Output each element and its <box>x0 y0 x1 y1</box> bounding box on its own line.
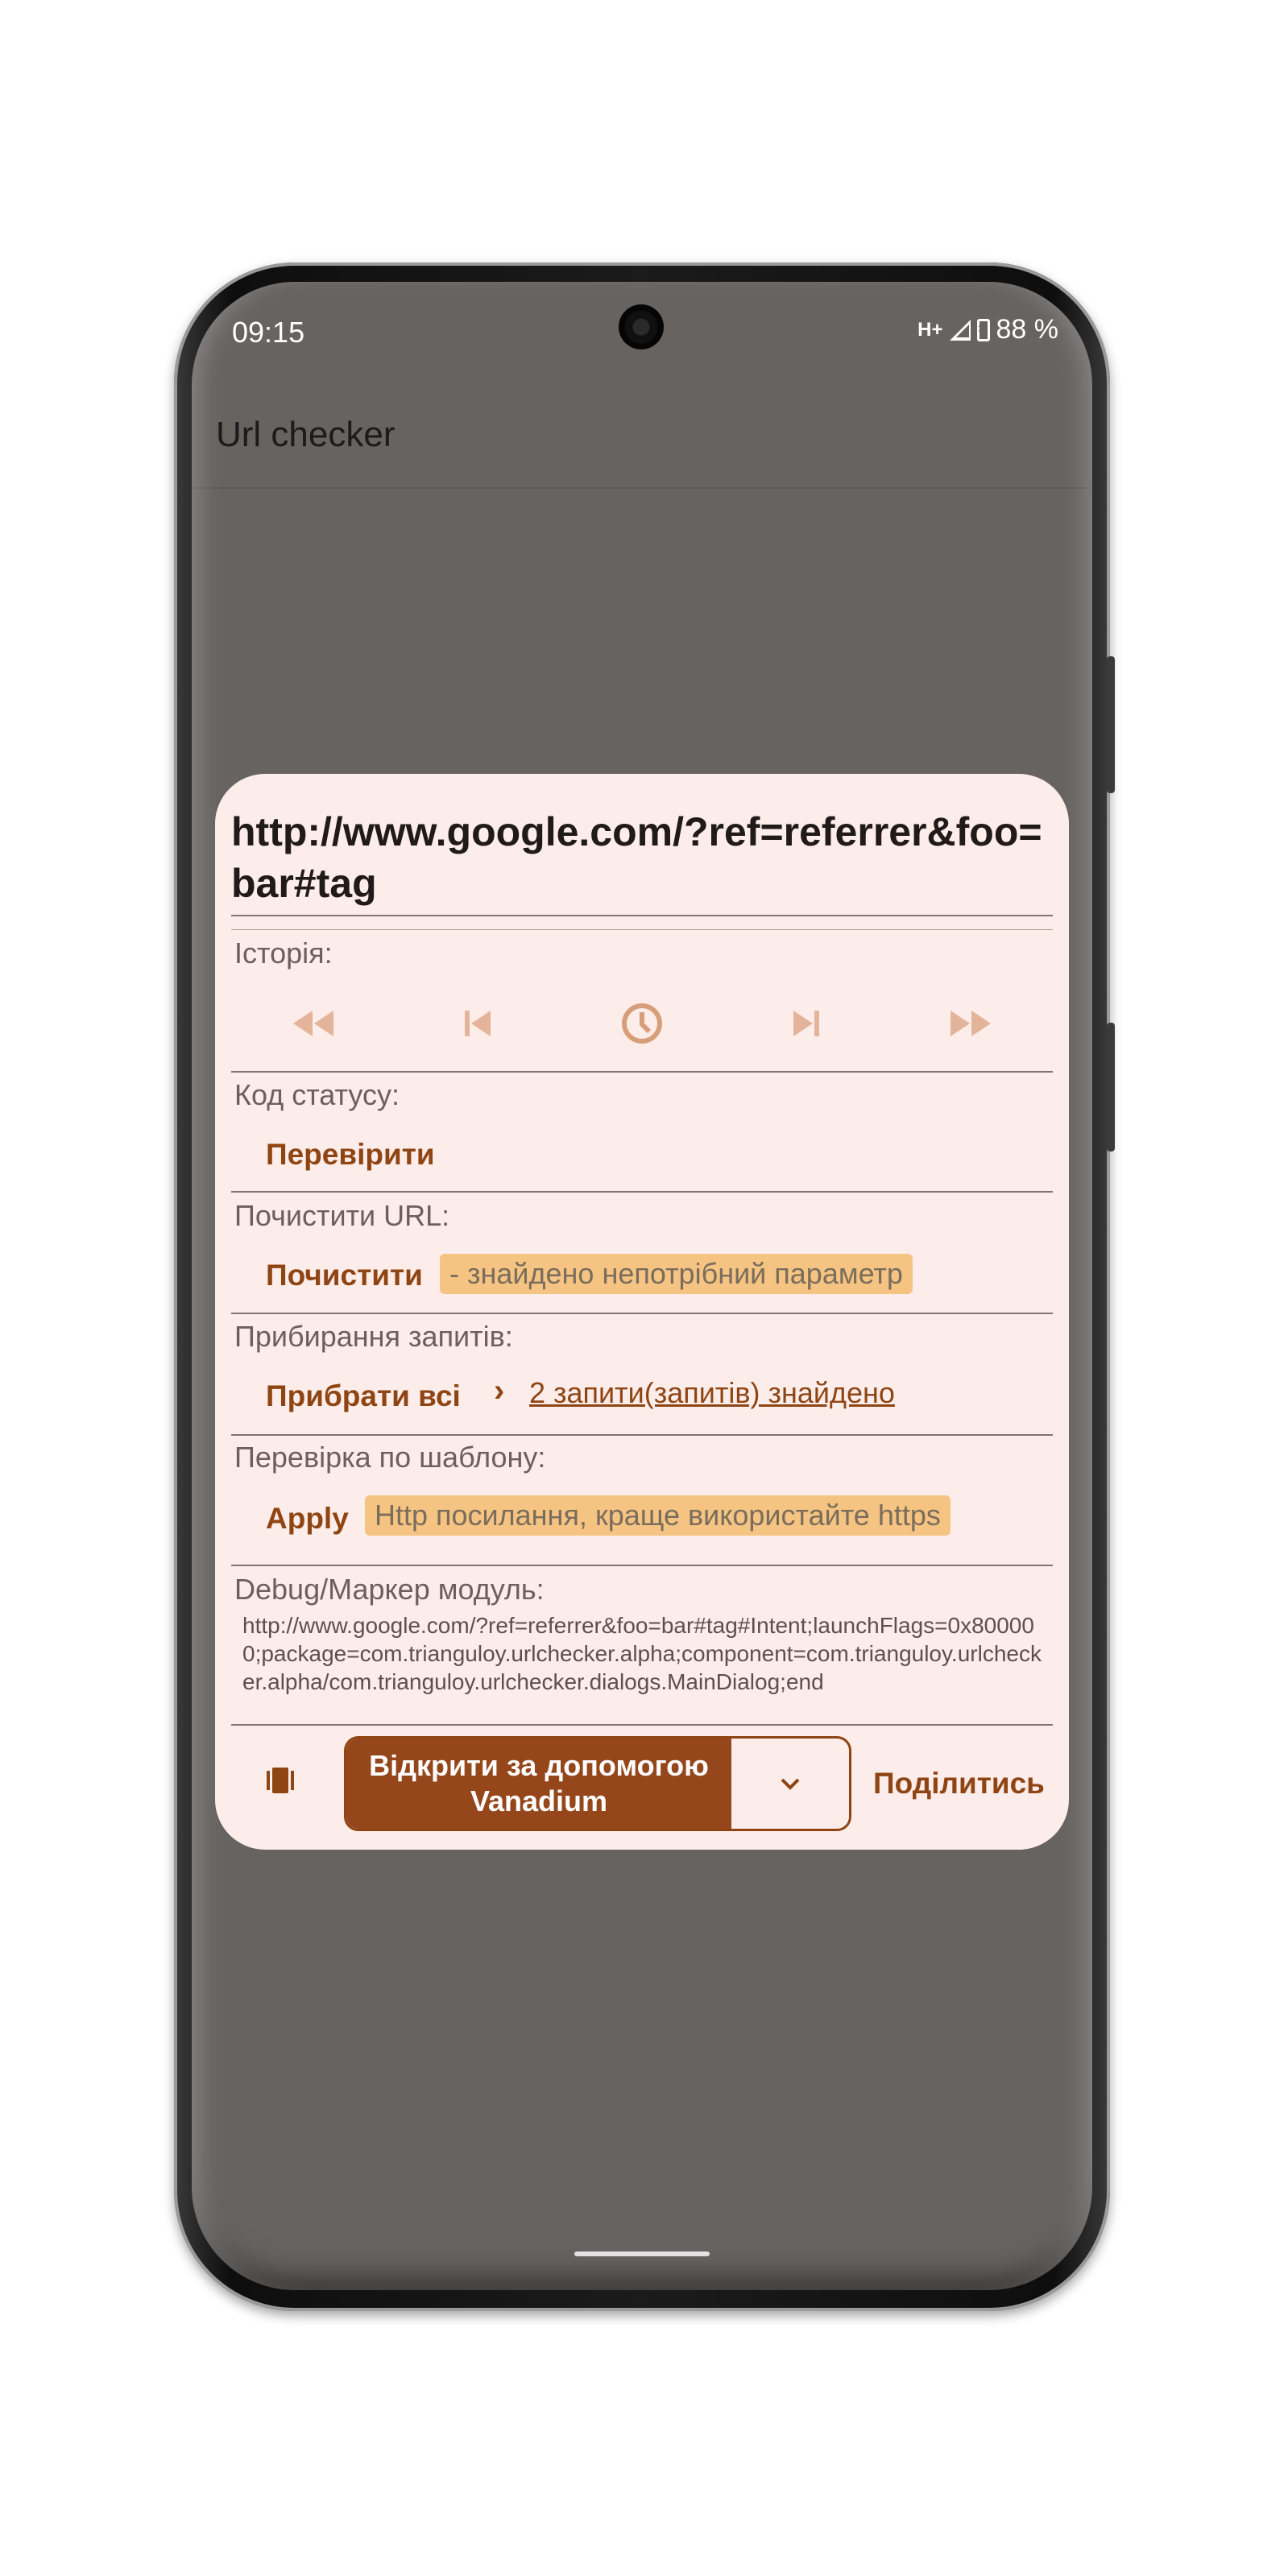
url-check-dialog: http://www.google.com/?ref=referrer&foo=… <box>215 774 1069 1850</box>
url-underline <box>231 929 1053 930</box>
network-type-icon: H+ <box>917 318 943 341</box>
custom-tabs-icon[interactable] <box>265 1766 296 1795</box>
pattern-check-label: Перевірка по шаблону: <box>234 1441 546 1474</box>
share-button[interactable]: Поділитись <box>873 1767 1045 1801</box>
history-controls <box>231 990 1053 1057</box>
app-title: Url checker <box>216 415 396 454</box>
pattern-info: Http посилання, краще використайте https <box>365 1495 950 1536</box>
check-status-button[interactable]: Перевірити <box>266 1138 435 1172</box>
url-divider <box>231 915 1053 916</box>
power-button <box>1107 656 1115 793</box>
remove-all-queries-button[interactable]: Прибрати всі <box>266 1379 461 1413</box>
home-indicator[interactable] <box>574 2251 710 2256</box>
open-with-label: Відкрити за допомогою <box>369 1749 709 1782</box>
open-with-app: Vanadium <box>470 1784 608 1817</box>
debug-label: Debug/Маркер модуль: <box>234 1573 545 1606</box>
front-camera <box>619 304 664 349</box>
history-label: Історія: <box>234 937 333 970</box>
skip-next-icon[interactable] <box>781 998 832 1049</box>
battery-icon <box>976 318 990 341</box>
divider <box>231 1434 1053 1436</box>
status-code-label: Код статусу: <box>234 1078 400 1111</box>
clear-url-label: Почистити URL: <box>234 1199 450 1232</box>
app-bar-divider <box>192 487 1092 489</box>
url-text[interactable]: http://www.google.com/?ref=referrer&foo=… <box>231 806 1053 909</box>
queries-found-link[interactable]: 2 запити(запитів) знайдено <box>529 1376 895 1410</box>
battery-percent: 88 % <box>996 314 1059 345</box>
chevron-right-icon[interactable]: › <box>494 1373 504 1409</box>
history-icon[interactable] <box>616 998 668 1049</box>
clean-url-button[interactable]: Почистити <box>266 1259 423 1292</box>
debug-intent-text: http://www.google.com/?ref=referrer&foo=… <box>242 1613 1042 1694</box>
open-with-button[interactable]: Відкрити за допомогою Vanadium <box>346 1739 731 1829</box>
skip-previous-icon[interactable] <box>452 998 503 1049</box>
divider <box>231 1724 1053 1726</box>
query-removal-label: Прибирання запитів: <box>234 1320 513 1353</box>
signal-icon <box>949 319 971 341</box>
open-with-group: Відкрити за допомогою Vanadium <box>344 1736 851 1831</box>
divider <box>231 1071 1053 1073</box>
status-time: 09:15 <box>232 316 305 349</box>
divider <box>231 1313 1053 1314</box>
chevron-down-icon[interactable] <box>731 1739 849 1829</box>
volume-button <box>1107 1023 1115 1152</box>
rewind-icon[interactable] <box>288 998 339 1049</box>
fast-forward-icon[interactable] <box>945 998 996 1049</box>
clean-url-info: - знайдено непотрібний параметр <box>440 1254 913 1294</box>
divider <box>231 1191 1053 1193</box>
apply-pattern-button[interactable]: Apply <box>266 1502 349 1536</box>
status-icons: H+ 88 % <box>917 314 1058 345</box>
divider <box>231 1565 1053 1566</box>
dialog-actions: Відкрити за допомогою Vanadium Поділитис… <box>215 1736 1069 1833</box>
